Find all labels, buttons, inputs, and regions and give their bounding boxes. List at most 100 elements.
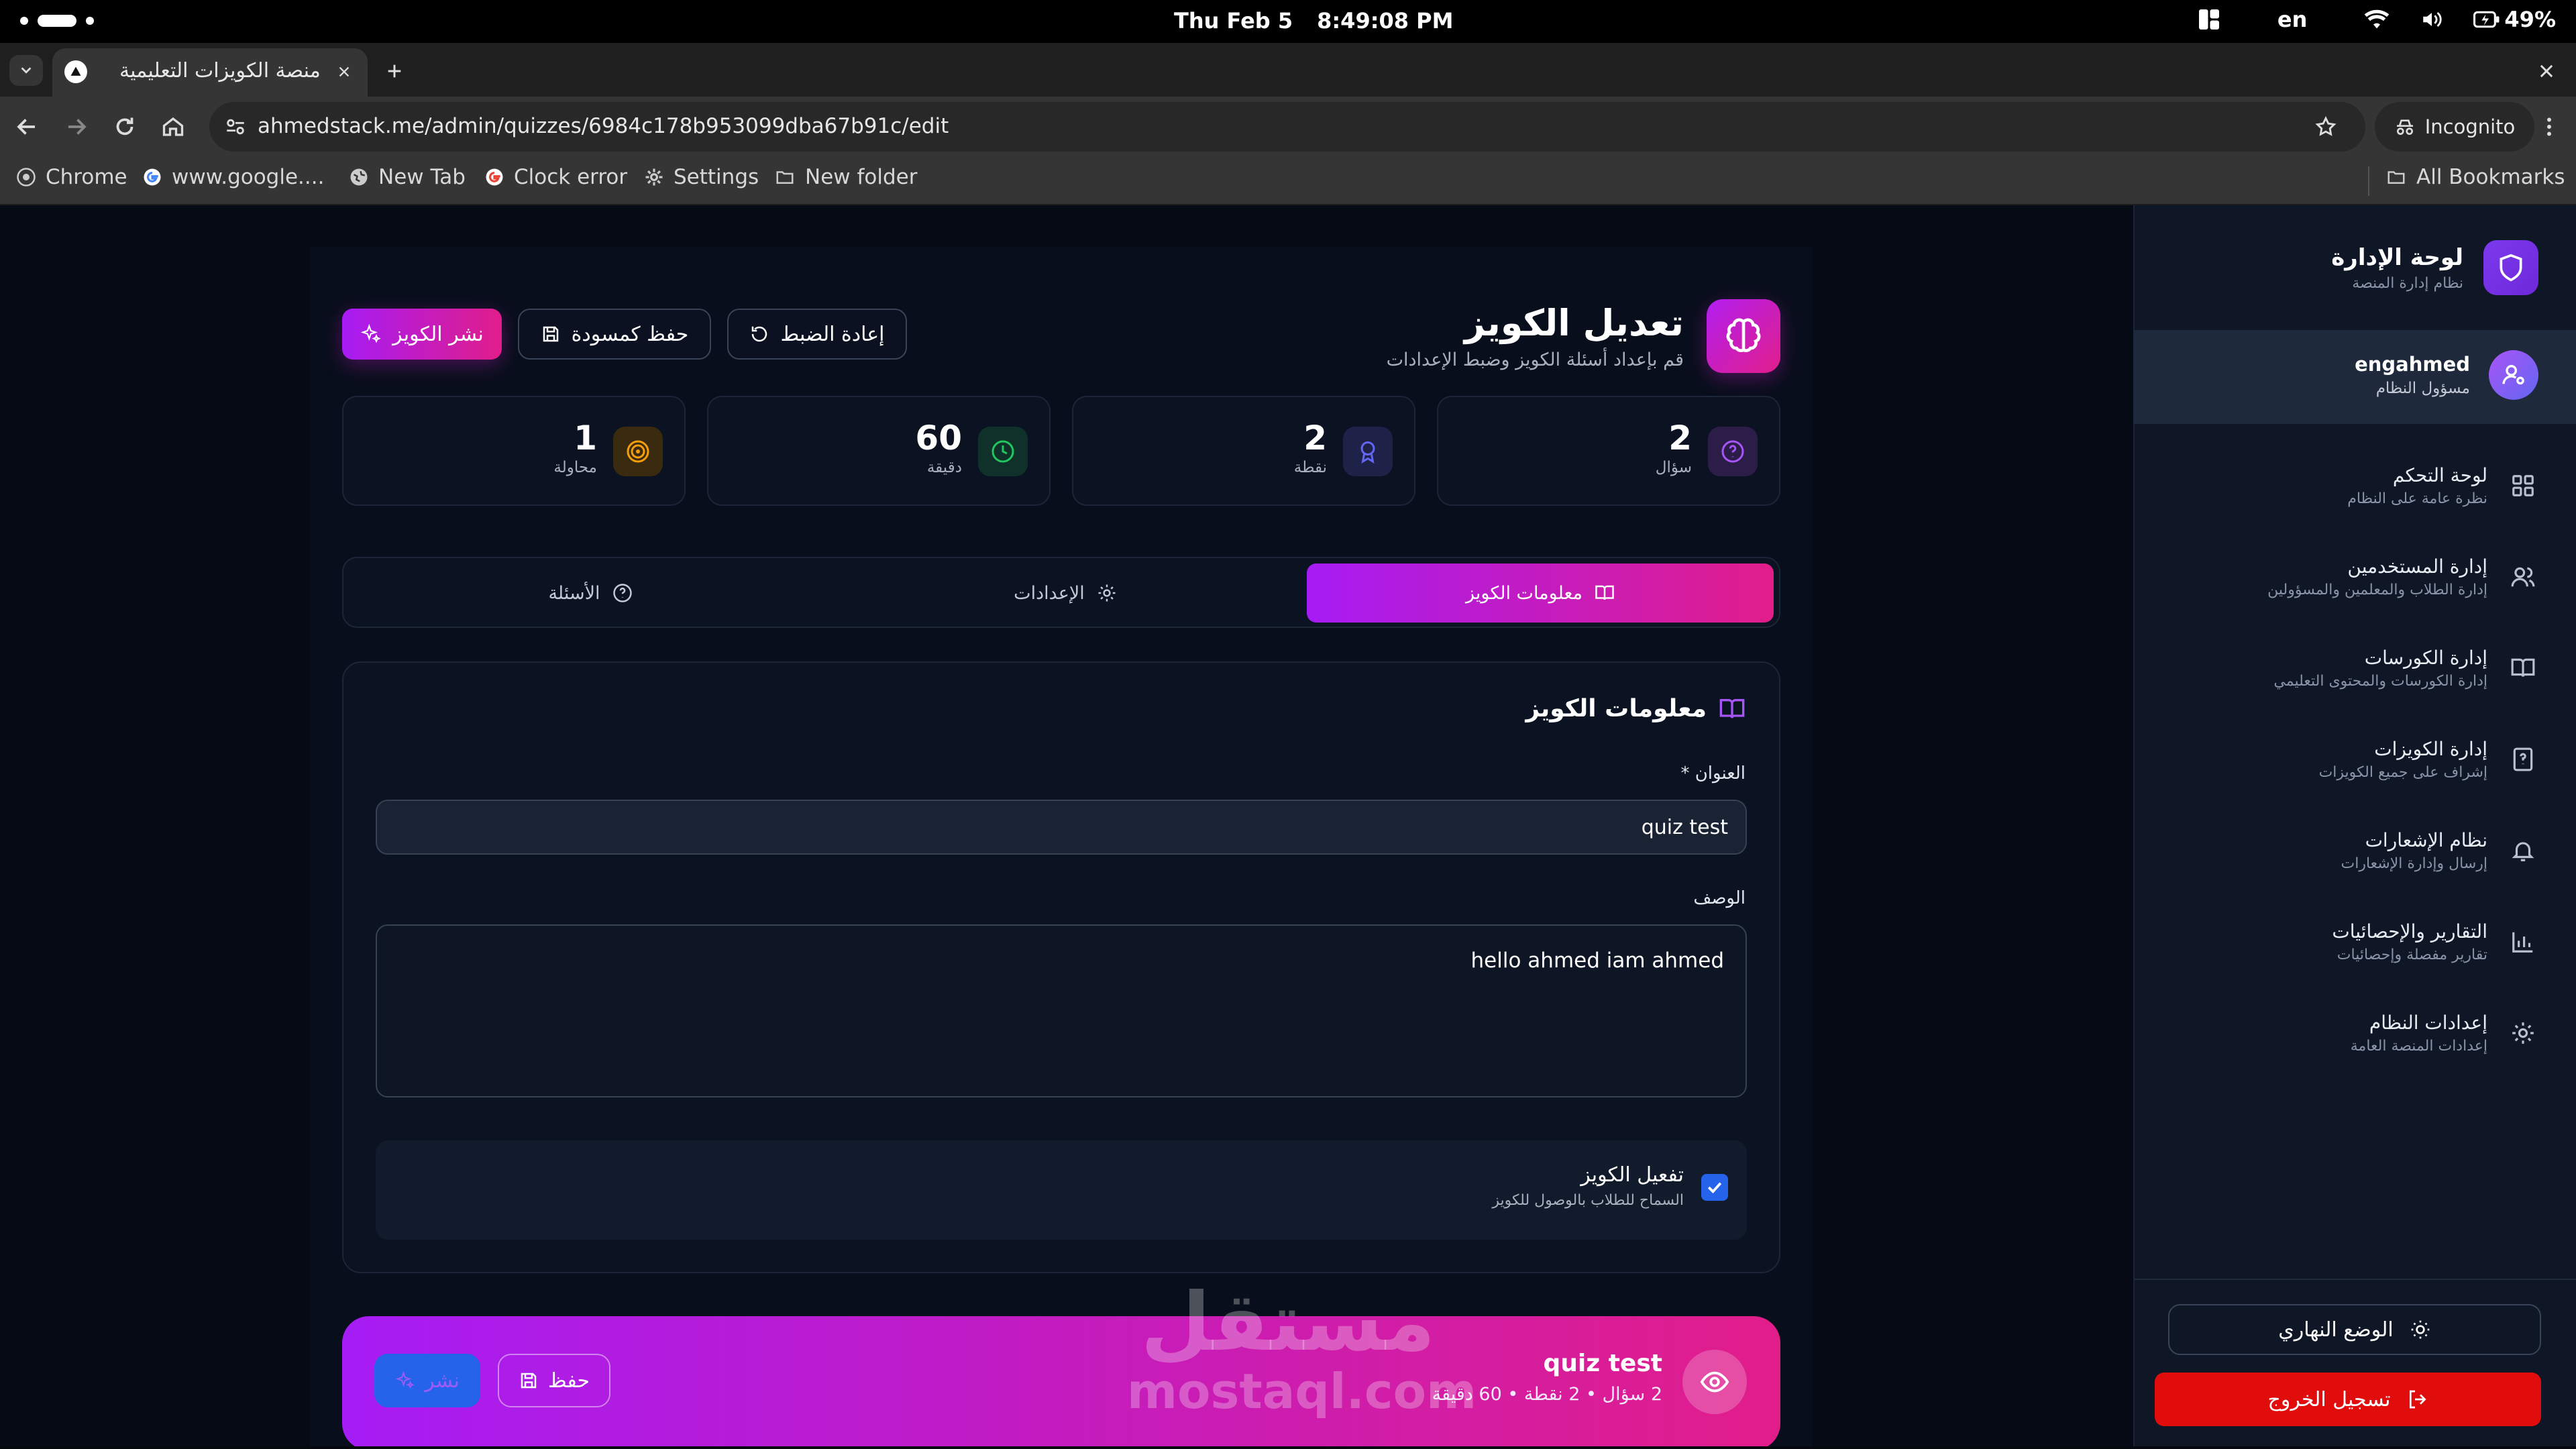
tab-quiz-info[interactable]: معلومات الكويز xyxy=(1307,564,1774,623)
sidebar-item-users[interactable]: إدارة المستخدمين إدارة الطلاب والمعلمين و… xyxy=(2160,537,2536,617)
all-bookmarks-button[interactable]: All Bookmarks xyxy=(2385,165,2565,189)
sidebar-item-settings[interactable]: إعدادات النظام إعدادات المنصة العامة xyxy=(2160,993,2536,1073)
kebab-menu-icon[interactable] xyxy=(2537,115,2561,139)
sidebar-divider xyxy=(2135,1279,2576,1280)
page-subtitle: قم بإعداد أسئلة الكويز وضبط الإعدادات xyxy=(1386,350,1684,370)
stat-label: نقطة xyxy=(1293,459,1327,476)
wifi-icon[interactable] xyxy=(2363,8,2390,31)
bookmark-clock-error[interactable]: Clock error xyxy=(484,165,627,189)
sidebar-item-courses[interactable]: إدارة الكورسات إدارة الكورسات والمحتوى ال… xyxy=(2160,628,2536,708)
forward-arrow-icon[interactable] xyxy=(64,115,89,139)
rotate-ccw-icon xyxy=(752,326,767,342)
page-viewport: لوحة الإدارة نظام إدارة المنصة engahmed … xyxy=(0,205,2576,1446)
stat-card-points: 2 نقطة xyxy=(1072,396,1415,506)
sidebar-user-card: engahmed مسؤول النظام xyxy=(2133,330,2576,424)
award-icon xyxy=(1343,427,1393,476)
activate-sub: السماح للطلاب بالوصول للكويز xyxy=(1492,1192,1684,1209)
layout-icon[interactable] xyxy=(2197,7,2221,32)
bookmark-new-tab[interactable]: New Tab xyxy=(349,165,466,189)
battery-status[interactable]: 49% xyxy=(2473,7,2556,32)
menubar-status: en 49% xyxy=(2197,7,2556,32)
grid-icon xyxy=(2512,475,2534,496)
day-mode-button[interactable]: الوضع النهاري xyxy=(2168,1304,2541,1355)
preview-button[interactable] xyxy=(1682,1350,1747,1414)
logout-label: تسجيل الخروج xyxy=(2267,1387,2391,1411)
battery-percent: 49% xyxy=(2504,7,2556,32)
menubar-date: Thu Feb 5 xyxy=(1174,8,1293,34)
stat-card-questions: 2 سؤال xyxy=(1437,396,1780,506)
tab-label: الإعدادات xyxy=(1014,582,1085,604)
volume-icon[interactable] xyxy=(2420,8,2444,31)
quiz-info-card: معلومات الكويز العنوان * quiz test الوصف… xyxy=(342,661,1780,1273)
activate-checkbox[interactable] xyxy=(1701,1174,1728,1201)
menubar-time: 8:49:08 PM xyxy=(1317,8,1454,34)
description-textarea[interactable]: hello ahmed iam ahmed xyxy=(376,924,1747,1097)
save-draft-button[interactable]: حفظ كمسودة xyxy=(518,309,711,360)
title-input[interactable]: quiz test xyxy=(376,800,1747,855)
book-icon xyxy=(1719,698,1745,718)
publish-quiz-button[interactable]: نشر الكويز xyxy=(342,309,502,360)
logout-button[interactable]: تسجيل الخروج xyxy=(2155,1373,2541,1426)
menubar-clock[interactable]: Thu Feb 5 8:49:08 PM xyxy=(1174,8,1453,34)
save-label: حفظ xyxy=(547,1368,590,1393)
bookmark-google[interactable]: www.google.... xyxy=(142,165,324,189)
close-icon xyxy=(339,66,350,77)
stat-value: 2 xyxy=(1303,419,1327,458)
day-mode-label: الوضع النهاري xyxy=(2278,1318,2394,1342)
bookmark-chrome[interactable]: Chrome xyxy=(16,165,127,189)
users-icon xyxy=(2511,567,2535,587)
bookmark-settings[interactable]: Settings xyxy=(644,165,759,189)
reload-icon[interactable] xyxy=(113,115,137,139)
gear-icon xyxy=(1098,584,1116,602)
url-text: ahmedstack.me/admin/quizzes/6984c178b953… xyxy=(258,114,949,138)
tab-questions[interactable]: الأسئلة xyxy=(357,564,824,623)
bookmarks-bar: Chrome www.google.... New Tab Clock erro… xyxy=(0,157,2576,205)
back-arrow-icon[interactable] xyxy=(15,115,39,139)
os-menubar: Thu Feb 5 8:49:08 PM en 49% xyxy=(0,0,2576,43)
address-bar[interactable]: ahmedstack.me/admin/quizzes/6984c178b953… xyxy=(209,102,2365,152)
window-close-button[interactable] xyxy=(2533,58,2560,85)
book-icon xyxy=(2511,658,2535,677)
sidebar-item-reports[interactable]: التقارير والإحصائيات تقارير مفصلة وإحصائي… xyxy=(2160,902,2536,982)
browser-tab-active[interactable]: منصة الكويزات التعليمية xyxy=(52,48,368,97)
quiz-summary-bar: quiz test 2 سؤال • 2 نقطة • 60 دقيقة نشر… xyxy=(342,1316,1780,1446)
publish-button[interactable]: نشر xyxy=(374,1354,480,1407)
sun-icon xyxy=(2411,1320,2430,1339)
stat-card-minutes: 60 دقيقة xyxy=(707,396,1051,506)
stat-label: دقيقة xyxy=(926,459,962,476)
folder-icon xyxy=(776,171,794,184)
save-draft-label: حفظ كمسودة xyxy=(571,322,689,346)
bookmark-new-folder[interactable]: New folder xyxy=(774,165,917,189)
new-tab-button[interactable] xyxy=(381,58,408,85)
sidebar-item-quizzes[interactable]: إدارة الكويزات إشراف على جميع الكويزات xyxy=(2160,719,2536,800)
stat-value: 60 xyxy=(915,419,962,458)
avatar xyxy=(2489,350,2538,400)
browser-tabstrip: منصة الكويزات التعليمية xyxy=(0,43,2576,97)
publish-label: نشر xyxy=(425,1368,460,1393)
incognito-label: Incognito xyxy=(2424,115,2516,138)
stat-label: محاولة xyxy=(553,459,597,476)
target-icon xyxy=(613,427,663,476)
menubar-lang[interactable]: en xyxy=(2277,7,2307,32)
save-button[interactable]: حفظ xyxy=(498,1354,610,1407)
bookmark-star-icon[interactable] xyxy=(2314,115,2337,138)
bell-icon xyxy=(2512,842,2534,861)
section-title: معلومات الكويز xyxy=(1525,695,1707,722)
summary-quiz-name: quiz test xyxy=(1543,1350,1663,1377)
section-header: معلومات الكويز xyxy=(1525,695,1746,722)
stat-label: سؤال xyxy=(1655,459,1692,476)
tab-search-button[interactable] xyxy=(9,55,43,86)
tab-settings[interactable]: الإعدادات xyxy=(832,564,1299,623)
incognito-indicator[interactable]: Incognito xyxy=(2375,102,2534,152)
sidebar-brand: لوحة الإدارة نظام إدارة المنصة xyxy=(2331,240,2538,295)
publish-quiz-label: نشر الكويز xyxy=(392,322,484,346)
tabs-bar: معلومات الكويز الإعدادات الأسئلة xyxy=(342,557,1780,628)
tab-close-button[interactable] xyxy=(333,60,356,83)
home-icon[interactable] xyxy=(161,115,185,139)
sidebar-item-dashboard[interactable]: لوحة التحكم نظرة عامة على النظام xyxy=(2160,445,2536,526)
book-icon xyxy=(1595,585,1614,600)
tab-title: منصة الكويزات التعليمية xyxy=(119,59,321,83)
reset-button[interactable]: إعادة الضبط xyxy=(727,309,907,360)
site-info-icon[interactable] xyxy=(224,115,247,138)
sidebar-item-notifications[interactable]: نظام الإشعارات إرسال وإدارة الإشعارات xyxy=(2160,810,2536,891)
